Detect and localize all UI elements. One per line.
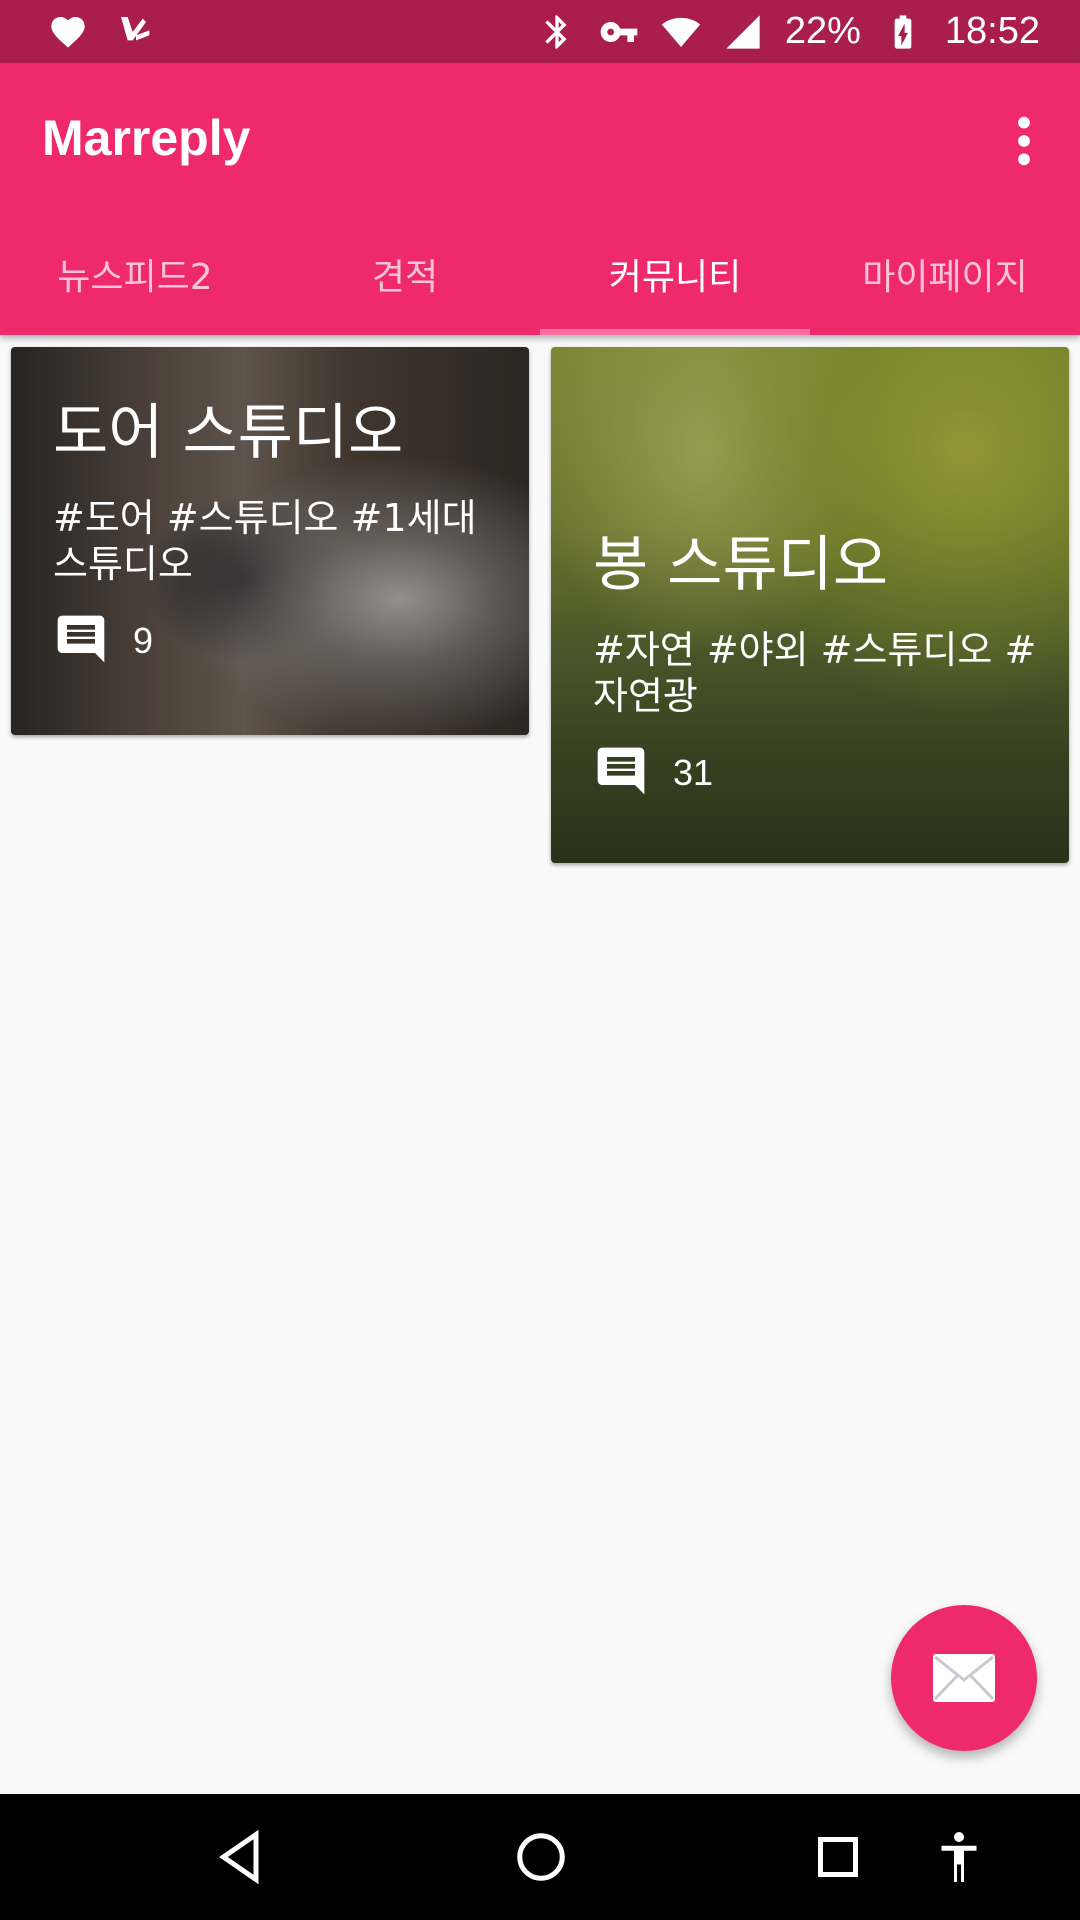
message-fab-button[interactable] — [891, 1605, 1037, 1751]
comment-icon — [53, 611, 109, 671]
wifi-icon — [661, 12, 701, 52]
card-title: 봉 스튜디오 — [593, 530, 889, 600]
home-button[interactable] — [508, 1824, 574, 1890]
bluetooth-icon — [537, 12, 577, 52]
heart-icon — [48, 12, 88, 52]
comment-count: 9 — [133, 620, 154, 661]
tab-community[interactable]: 커뮤니티 — [540, 213, 810, 335]
app-bar: Marreply 뉴스피드2 견적 커뮤니티 마이페이지 — [0, 63, 1080, 335]
accessibility-button[interactable] — [926, 1824, 992, 1890]
status-system: 22% 18:52 — [537, 10, 1040, 53]
tab-mypage[interactable]: 마이페이지 — [810, 213, 1080, 335]
back-triangle-icon — [219, 1829, 259, 1885]
tab-estimate[interactable]: 견적 — [270, 213, 540, 335]
battery-percent: 22% — [784, 10, 861, 52]
battery-charging-icon — [883, 12, 923, 52]
back-button[interactable] — [208, 1824, 274, 1890]
tab-bar: 뉴스피드2 견적 커뮤니티 마이페이지 — [0, 213, 1080, 335]
status-notifications — [48, 12, 156, 52]
card-meta: 31 — [593, 743, 1039, 803]
recents-square-icon — [818, 1837, 858, 1877]
more-vert-icon — [1018, 116, 1030, 166]
studio-card-door[interactable]: 도어 스튜디오 #도어 #스튜디오 #1세대 스튜디오 9 — [11, 347, 529, 735]
comment-count: 31 — [673, 752, 714, 793]
card-meta: 9 — [53, 611, 499, 671]
clock: 18:52 — [944, 10, 1040, 52]
card-content: 봉 스튜디오 #자연 #야외 #스튜디오 #자연광 31 — [593, 529, 1039, 803]
studio-card-bong[interactable]: 봉 스튜디오 #자연 #야외 #스튜디오 #자연광 31 — [551, 347, 1069, 863]
overflow-menu-button[interactable] — [994, 105, 1054, 177]
comment-icon — [593, 743, 649, 803]
app-title: Marreply — [42, 110, 251, 166]
tab-newsfeed2[interactable]: 뉴스피드2 — [0, 213, 270, 335]
card-tags: #자연 #야외 #스튜디오 #자연광 — [593, 628, 1037, 718]
system-nav-bar — [0, 1794, 1080, 1920]
card-title: 도어 스튜디오 — [53, 398, 404, 468]
check-tag-icon — [116, 12, 156, 52]
home-circle-icon — [517, 1833, 565, 1881]
recents-button[interactable] — [805, 1824, 871, 1890]
mail-icon — [933, 1654, 995, 1702]
cell-signal-icon — [723, 12, 763, 52]
status-bar: 22% 18:52 — [0, 0, 1080, 63]
vpn-key-icon — [599, 12, 639, 52]
card-tags: #도어 #스튜디오 #1세대 스튜디오 — [53, 496, 477, 586]
accessibility-icon — [941, 1832, 977, 1882]
card-content: 도어 스튜디오 #도어 #스튜디오 #1세대 스튜디오 9 — [53, 397, 499, 671]
